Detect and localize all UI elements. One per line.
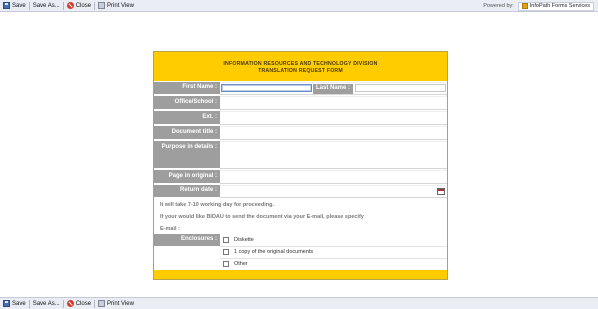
option-other[interactable]: Other [223,259,248,269]
save-label: Save [12,2,26,9]
save-button[interactable]: Save [3,299,26,309]
save-button[interactable]: Save [3,1,26,11]
close-icon [66,300,74,307]
toolbar-separator [28,1,30,10]
enclosures-label: Enclosures : [154,234,220,247]
close-button[interactable]: Close [66,299,92,309]
document-title-row: Document title : [154,126,447,140]
bottom-toolbar: Save Save As... Close Print View [0,297,598,309]
first-name-input[interactable] [221,84,312,92]
option-diskette-label: Diskette [234,237,254,243]
save-as-label: Save As... [32,2,60,9]
option-diskette[interactable]: Diskette [223,235,254,245]
return-date-label: Return date : [154,185,220,198]
info-email-request: If your would like BIDAU to send the doc… [160,214,364,220]
save-as-button[interactable]: Save As... [33,299,60,309]
option-original-copy-label: 1 copy of the original documents [234,249,314,255]
checkbox-icon[interactable] [223,261,229,267]
print-view-button[interactable]: Print View [98,299,134,309]
last-name-input[interactable] [355,84,446,92]
toolbar-separator [62,299,64,308]
toolbar-separator [94,299,96,308]
print-icon [98,300,106,307]
office-row: Office/School : [154,96,447,110]
office-school-input[interactable] [220,96,447,110]
first-name-label: First Name : [154,82,220,95]
toolbar-separator [62,1,64,10]
page-in-original-row: Page in original : [154,170,447,184]
office-school-label: Office/School : [154,96,220,110]
powered-by-label: Powered by: [483,3,514,9]
purpose-label: Purpose in details : [154,141,220,169]
save-as-label: Save As... [32,300,60,307]
info-processing-time: It will take 7-10 working day for procee… [160,202,274,208]
print-view-label: Print View [107,300,134,307]
name-field-area: Last Name : [220,82,447,95]
close-label: Close [75,2,92,9]
last-name-label: Last Name : [313,84,354,94]
save-as-button[interactable]: Save As... [33,1,60,11]
infopath-link[interactable]: InfoPath Forms Services [517,1,594,11]
save-icon [3,300,10,307]
document-title-input[interactable] [220,126,447,140]
option-other-label: Other [234,261,248,267]
form-footer [154,270,447,279]
option-original-copy[interactable]: 1 copy of the original documents [223,247,313,257]
powered-by: Powered by: InfoPath Forms Services [483,1,594,11]
toolbar-separator [28,299,30,308]
checkbox-icon[interactable] [223,249,229,255]
infopath-logo-icon [521,3,528,9]
form-header-division: INFORMATION RESOURCES AND TECHNOLOGY DIV… [223,61,378,67]
purpose-row: Purpose in details : [154,141,447,169]
infopath-label: InfoPath Forms Services [529,3,590,9]
page-in-original-label: Page in original : [154,170,220,184]
form-header-title: TRANSLATION REQUEST FORM [258,68,343,74]
print-icon [98,2,106,9]
purpose-textarea[interactable] [220,141,447,169]
ext-row: Ext. : [154,111,447,125]
ext-input[interactable] [220,111,447,125]
top-toolbar: Save Save As... Close Print View Powered… [0,0,598,12]
calendar-icon[interactable] [437,188,445,195]
translation-request-form: INFORMATION RESOURCES AND TECHNOLOGY DIV… [153,51,448,280]
close-label: Close [75,300,92,307]
divider [220,258,447,259]
document-title-label: Document title : [154,126,220,140]
info-block: It will take 7-10 working day for procee… [154,199,447,235]
print-view-button[interactable]: Print View [98,1,134,11]
save-label: Save [12,300,26,307]
ext-label: Ext. : [154,111,220,125]
close-icon [66,2,74,9]
return-date-input[interactable] [220,185,447,198]
name-row: First Name : Last Name : [154,82,447,95]
page-in-original-input[interactable] [220,170,447,184]
form-header: INFORMATION RESOURCES AND TECHNOLOGY DIV… [154,52,447,81]
print-view-label: Print View [107,2,134,9]
save-icon [3,2,10,9]
close-button[interactable]: Close [66,1,92,11]
return-date-row: Return date : [154,185,447,198]
toolbar-separator [94,1,96,10]
checkbox-icon[interactable] [223,237,229,243]
